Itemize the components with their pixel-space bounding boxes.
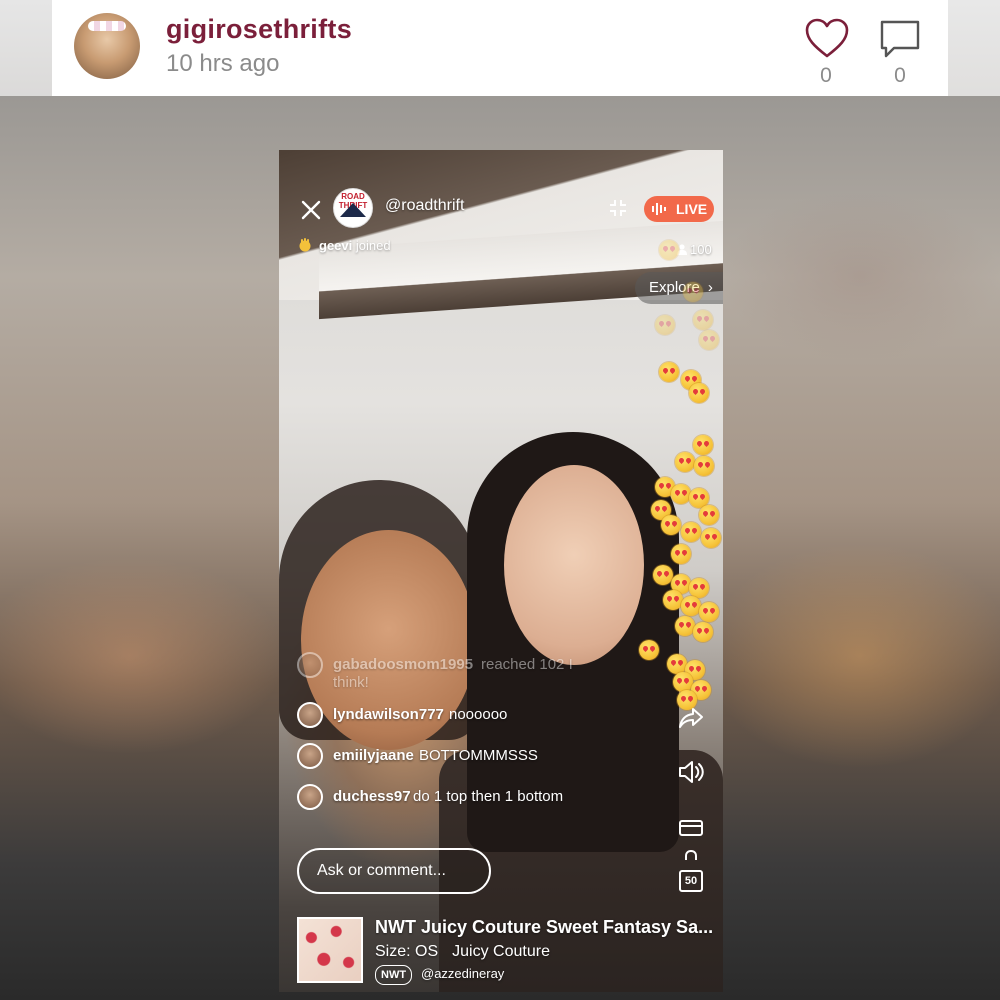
comment-avatar <box>297 743 323 769</box>
comment-text: noooooo <box>449 706 508 723</box>
heart-eyes-emoji <box>661 515 681 535</box>
close-icon[interactable] <box>297 196 325 224</box>
comment-avatar <box>297 784 323 810</box>
live-label: LIVE <box>676 201 708 217</box>
comment-text-line2: think! <box>333 674 369 691</box>
join-user: geevi <box>319 238 353 253</box>
heart-eyes-emoji <box>675 616 695 636</box>
channel-logo[interactable]: ROAD THRIFT <box>333 188 373 228</box>
heart-eyes-emoji <box>639 640 659 660</box>
comment-icon[interactable] <box>878 18 922 60</box>
comment-text: BOTTOMMMSSS <box>419 747 538 764</box>
live-bars-icon <box>652 203 666 215</box>
comment-text: reached 102 I <box>481 656 573 673</box>
product-size: Size: OS <box>375 943 439 960</box>
heart-eyes-emoji <box>675 452 695 472</box>
post-header: gigirosethrifts 10 hrs ago 0 0 <box>52 0 948 96</box>
product-seller[interactable]: @azzedineray <box>421 966 504 981</box>
heart-icon[interactable] <box>804 18 850 60</box>
heart-eyes-emoji <box>699 602 719 622</box>
live-stream-frame[interactable]: ROAD THRIFT @roadthrift LIVE geevi joine… <box>279 150 723 992</box>
explore-button[interactable]: Explore › <box>635 272 723 304</box>
comment-user: lyndawilson777 <box>333 706 444 723</box>
channel-name[interactable]: @roadthrift <box>385 197 464 215</box>
product-thumbnail[interactable] <box>297 917 363 983</box>
heart-eyes-emoji <box>693 435 713 455</box>
comment-user: gabadoosmom1995 <box>333 656 474 673</box>
avatar[interactable] <box>74 13 140 79</box>
speaker-icon[interactable] <box>677 758 705 786</box>
comment-avatar <box>297 652 323 678</box>
heart-eyes-emoji <box>671 484 691 504</box>
bag-icon[interactable] <box>677 850 705 870</box>
heart-eyes-emoji <box>659 362 679 382</box>
heart-eyes-emoji <box>653 565 673 585</box>
ask-comment-input[interactable] <box>297 848 491 894</box>
product-card[interactable]: NWT Juicy Couture Sweet Fantasy Sa... Si… <box>297 915 717 985</box>
nwt-badge: NWT <box>375 965 413 985</box>
heart-eyes-emoji <box>683 282 703 302</box>
card-icon[interactable] <box>677 814 705 842</box>
heart-eyes-emoji <box>681 596 701 616</box>
join-text: joined <box>355 238 391 253</box>
flower-crown <box>88 21 126 31</box>
product-meta: Size: OS Juicy Couture <box>375 943 550 961</box>
heart-eyes-emoji <box>701 528 721 548</box>
share-icon[interactable] <box>677 704 705 732</box>
heart-eyes-emoji <box>659 240 679 260</box>
comment-count: 0 <box>894 64 906 87</box>
viewer-count: 100 <box>677 242 712 257</box>
username[interactable]: gigirosethrifts <box>166 14 352 45</box>
heart-eyes-emoji <box>699 330 719 350</box>
join-notice: geevi joined <box>297 238 391 253</box>
stream-top-bar: ROAD THRIFT @roadthrift LIVE <box>279 188 723 228</box>
heart-eyes-emoji <box>693 310 713 330</box>
live-badge: LIVE <box>644 196 714 222</box>
collapse-icon[interactable] <box>607 197 629 219</box>
heart-eyes-emoji <box>699 505 719 525</box>
comment-user: duchess97 <box>333 788 411 805</box>
comment-text: do 1 top then 1 bottom <box>413 788 564 805</box>
heart-eyes-emoji <box>693 622 713 642</box>
listing-count-badge[interactable]: 50 <box>679 870 703 892</box>
heart-eyes-emoji <box>681 522 701 542</box>
product-brand: Juicy Couture <box>452 943 550 960</box>
wave-icon <box>299 238 311 252</box>
heart-eyes-emoji <box>689 578 709 598</box>
heart-eyes-emoji <box>694 456 714 476</box>
viewer-count-value: 100 <box>690 242 712 257</box>
heart-eyes-emoji <box>689 383 709 403</box>
timestamp: 10 hrs ago <box>166 50 280 77</box>
product-title[interactable]: NWT Juicy Couture Sweet Fantasy Sa... <box>375 917 715 938</box>
chevron-right-icon: › <box>707 279 713 296</box>
heart-eyes-emoji <box>663 590 683 610</box>
comment-user: emiilyjaane <box>333 747 414 764</box>
heart-eyes-emoji <box>667 654 687 674</box>
like-count: 0 <box>820 64 832 87</box>
heart-eyes-emoji <box>655 315 675 335</box>
channel-logo-text: ROAD THRIFT <box>339 192 367 210</box>
comment-avatar <box>297 702 323 728</box>
heart-eyes-emoji <box>671 544 691 564</box>
person-right-face <box>504 465 644 665</box>
heart-eyes-emoji <box>673 672 693 692</box>
